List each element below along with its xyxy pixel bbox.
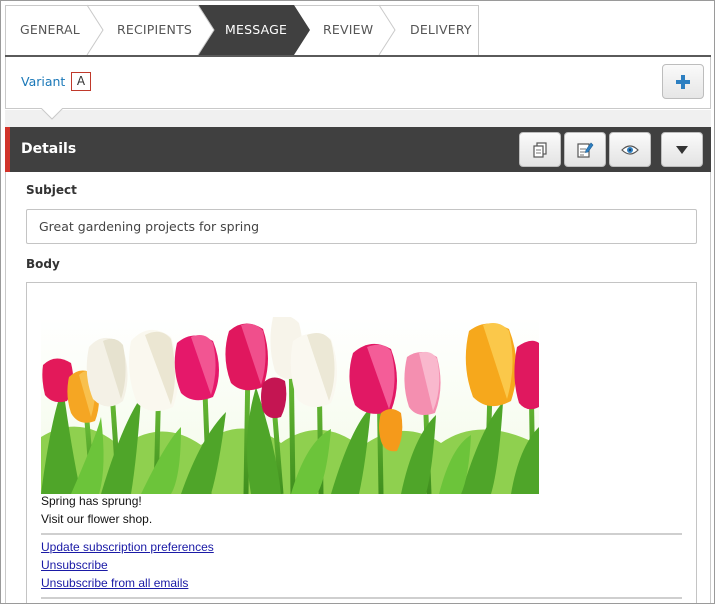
update-subscription-link[interactable]: Update subscription preferences bbox=[41, 540, 214, 554]
app-window: GENERAL RECIPIENTS MESSAGE REVIEW DELIVE… bbox=[0, 0, 715, 604]
preview-eye-icon bbox=[621, 144, 639, 155]
wizard-nav: GENERAL RECIPIENTS MESSAGE REVIEW DELIVE… bbox=[5, 4, 711, 57]
email-divider bbox=[41, 533, 682, 535]
unsubscribe-link[interactable]: Unsubscribe bbox=[41, 558, 108, 572]
step-separator bbox=[378, 4, 396, 56]
email-divider bbox=[41, 597, 682, 599]
plus-icon bbox=[676, 75, 690, 89]
details-title: Details bbox=[21, 141, 77, 157]
step-general[interactable]: GENERAL bbox=[20, 5, 80, 55]
preview-button[interactable] bbox=[609, 132, 651, 167]
edit-button[interactable] bbox=[564, 132, 606, 167]
step-separator bbox=[86, 4, 104, 56]
email-line-2: Visit our flower shop. bbox=[41, 512, 153, 526]
variant-bar: Variant A bbox=[5, 57, 711, 109]
step-review[interactable]: REVIEW bbox=[323, 5, 373, 55]
add-variant-button[interactable] bbox=[662, 64, 704, 99]
section-spacer bbox=[5, 110, 711, 127]
variant-link[interactable]: Variant bbox=[21, 74, 65, 89]
email-line-1: Spring has sprung! bbox=[41, 494, 142, 508]
details-form: Subject Body bbox=[5, 172, 711, 603]
more-options-button[interactable] bbox=[661, 132, 703, 167]
body-label: Body bbox=[26, 257, 60, 271]
edit-icon bbox=[577, 142, 594, 158]
body-editor[interactable]: Spring has sprung! Visit our flower shop… bbox=[26, 282, 697, 603]
caret-down-icon bbox=[676, 145, 688, 154]
step-message[interactable]: MESSAGE bbox=[225, 5, 287, 55]
unsubscribe-all-link[interactable]: Unsubscribe from all emails bbox=[41, 576, 188, 590]
copy-icon bbox=[533, 141, 547, 158]
variant-a-tab[interactable]: A bbox=[71, 72, 91, 91]
tulips-image bbox=[41, 317, 539, 494]
step-delivery[interactable]: DELIVERY bbox=[410, 5, 472, 55]
copy-button[interactable] bbox=[519, 132, 561, 167]
step-recipients[interactable]: RECIPIENTS bbox=[117, 5, 192, 55]
subject-label: Subject bbox=[26, 183, 77, 197]
subject-input[interactable] bbox=[26, 209, 697, 244]
details-header: Details bbox=[5, 127, 711, 172]
variant-pointer bbox=[41, 108, 63, 120]
